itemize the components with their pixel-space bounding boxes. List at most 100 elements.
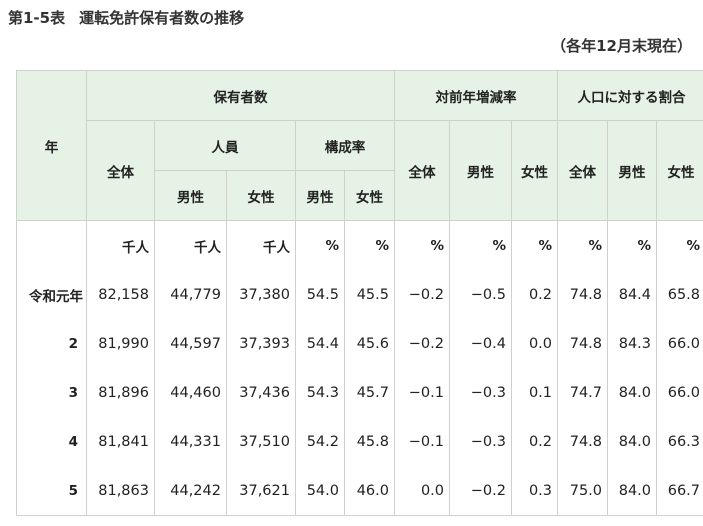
units-year-cell bbox=[16, 220, 87, 271]
data-cell: 0.1 bbox=[510, 368, 559, 418]
data-cell: 74.7 bbox=[557, 368, 609, 418]
data-cell: 54.5 bbox=[295, 270, 345, 320]
data-cell: 84.0 bbox=[607, 368, 658, 418]
header-holders-total: 全体 bbox=[86, 120, 155, 221]
data-cell: 45.5 bbox=[344, 270, 395, 320]
data-cell: 74.8 bbox=[557, 319, 609, 369]
header-population-ratio: 人口に対する割合 bbox=[557, 70, 703, 121]
header-holders: 保有者数 bbox=[86, 70, 395, 121]
data-cell: 44,242 bbox=[154, 466, 227, 516]
data-cell: 84.4 bbox=[607, 270, 658, 320]
table-row: 5 81,863 44,242 37,621 54.0 46.0 0.0 −0.… bbox=[16, 466, 703, 516]
header-year: 年 bbox=[16, 70, 87, 221]
data-cell: 54.0 bbox=[295, 466, 345, 516]
table-title-text: 運転免許保有者数の推移 bbox=[79, 9, 245, 27]
data-cell: 0.2 bbox=[510, 417, 559, 467]
header-persons: 人員 bbox=[154, 120, 296, 171]
unit-cell: % bbox=[295, 220, 345, 271]
data-cell: 81,896 bbox=[86, 368, 155, 418]
data-cell: 37,621 bbox=[226, 466, 296, 516]
data-cell: 74.8 bbox=[557, 417, 609, 467]
header-ratio-female: 女性 bbox=[656, 120, 703, 221]
data-cell: 66.0 bbox=[656, 319, 703, 369]
data-cell: 37,393 bbox=[226, 319, 296, 369]
header-yoy-male: 男性 bbox=[449, 120, 512, 221]
year-cell: 5 bbox=[16, 466, 87, 516]
data-cell: 46.0 bbox=[344, 466, 395, 516]
data-cell: 66.7 bbox=[656, 466, 703, 516]
data-cell: 54.2 bbox=[295, 417, 345, 467]
data-cell: 54.3 bbox=[295, 368, 345, 418]
year-cell: 4 bbox=[16, 417, 87, 467]
header-persons-female: 女性 bbox=[226, 170, 296, 221]
header-composition-male: 男性 bbox=[295, 170, 345, 221]
data-cell: 75.0 bbox=[557, 466, 609, 516]
header-ratio-male: 男性 bbox=[607, 120, 658, 221]
table-row: 4 81,841 44,331 37,510 54.2 45.8 −0.1 −0… bbox=[16, 417, 703, 467]
unit-cell: 千人 bbox=[86, 220, 155, 271]
unit-cell: % bbox=[557, 220, 609, 271]
units-row: 千人 千人 千人 % % % % % % % % bbox=[16, 220, 703, 271]
data-cell: 37,436 bbox=[226, 368, 296, 418]
data-cell: −0.5 bbox=[449, 270, 512, 320]
data-cell: −0.1 bbox=[394, 368, 450, 418]
year-cell: 3 bbox=[16, 368, 87, 418]
data-cell: 84.0 bbox=[607, 466, 658, 516]
table-title: 第1-5表 運転免許保有者数の推移 bbox=[8, 7, 244, 28]
unit-cell: 千人 bbox=[226, 220, 296, 271]
unit-cell: % bbox=[449, 220, 512, 271]
data-cell: 84.3 bbox=[607, 319, 658, 369]
header-yoy-female: 女性 bbox=[510, 120, 559, 221]
data-cell: 84.0 bbox=[607, 417, 658, 467]
table-row: 令和元年 82,158 44,779 37,380 54.5 45.5 −0.2… bbox=[16, 270, 703, 320]
header-ratio-total: 全体 bbox=[557, 120, 609, 221]
data-cell: 82,158 bbox=[86, 270, 155, 320]
table-number: 第1-5表 bbox=[8, 9, 66, 27]
data-cell: 45.8 bbox=[344, 417, 395, 467]
data-cell: −0.3 bbox=[449, 417, 512, 467]
table-row: 3 81,896 44,460 37,436 54.3 45.7 −0.1 −0… bbox=[16, 368, 703, 418]
header-yoy: 対前年増減率 bbox=[393, 70, 559, 121]
data-cell: 81,863 bbox=[86, 466, 155, 516]
unit-cell: % bbox=[656, 220, 703, 271]
year-cell: 令和元年 bbox=[16, 270, 87, 320]
header-composition: 構成率 bbox=[295, 120, 395, 171]
data-cell: −0.1 bbox=[394, 417, 450, 467]
table-body: 千人 千人 千人 % % % % % % % % 令和元年 82,158 44,… bbox=[16, 220, 703, 516]
data-cell: 37,380 bbox=[226, 270, 296, 320]
data-cell: −0.2 bbox=[394, 319, 450, 369]
data-cell: 0.0 bbox=[394, 466, 450, 516]
data-cell: 37,510 bbox=[226, 417, 296, 467]
data-cell: 44,460 bbox=[154, 368, 227, 418]
data-cell: −0.2 bbox=[449, 466, 512, 516]
data-cell: 44,779 bbox=[154, 270, 227, 320]
as-of-note: （各年12月末現在） bbox=[551, 37, 692, 55]
data-cell: 81,841 bbox=[86, 417, 155, 467]
data-cell: 44,597 bbox=[154, 319, 227, 369]
year-cell: 2 bbox=[16, 319, 87, 369]
unit-cell: % bbox=[607, 220, 658, 271]
header-composition-female: 女性 bbox=[344, 170, 395, 221]
data-cell: 0.2 bbox=[510, 270, 559, 320]
data-cell: 81,990 bbox=[86, 319, 155, 369]
data-cell: 45.7 bbox=[344, 368, 395, 418]
license-holders-table: 年 保有者数 対前年増減率 人口に対する割合 全体 人員 構成率 全体 男性 女… bbox=[16, 70, 703, 516]
data-cell: −0.4 bbox=[449, 319, 512, 369]
unit-cell: % bbox=[394, 220, 450, 271]
data-cell: 74.8 bbox=[557, 270, 609, 320]
table-header: 年 保有者数 対前年増減率 人口に対する割合 全体 人員 構成率 全体 男性 女… bbox=[16, 70, 703, 221]
data-cell: 0.0 bbox=[510, 319, 559, 369]
data-cell: 45.6 bbox=[344, 319, 395, 369]
data-cell: 65.8 bbox=[656, 270, 703, 320]
data-cell: 0.3 bbox=[510, 466, 559, 516]
header-persons-male: 男性 bbox=[154, 170, 227, 221]
unit-cell: % bbox=[510, 220, 559, 271]
unit-cell: 千人 bbox=[154, 220, 227, 271]
data-cell: 54.4 bbox=[295, 319, 345, 369]
data-cell: −0.3 bbox=[449, 368, 512, 418]
data-cell: 66.3 bbox=[656, 417, 703, 467]
unit-cell: % bbox=[344, 220, 395, 271]
data-cell: −0.2 bbox=[394, 270, 450, 320]
data-cell: 44,331 bbox=[154, 417, 227, 467]
table-row: 2 81,990 44,597 37,393 54.4 45.6 −0.2 −0… bbox=[16, 319, 703, 369]
